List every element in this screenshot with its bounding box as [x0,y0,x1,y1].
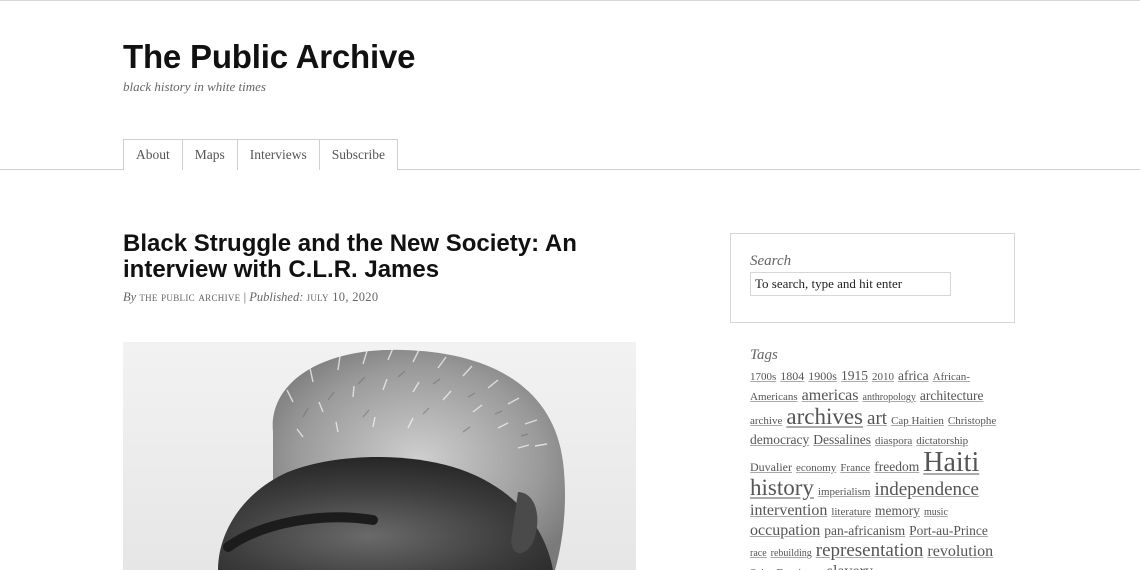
tag-link[interactable]: americas [802,387,859,404]
tag-link[interactable]: anthropology [863,392,916,403]
tag-link[interactable]: history [750,475,814,500]
main-nav: About Maps Interviews Subscribe [123,139,398,170]
portrait-photo [123,342,636,570]
portrait-image [123,342,636,570]
tag-link[interactable]: archives [786,404,863,429]
tag-link[interactable]: 1915 [841,368,868,383]
tag-link[interactable]: race [750,548,767,559]
post-meta: By The Public Archive | Published: July … [123,290,378,305]
nav-item-about[interactable]: About [123,139,183,170]
tag-link[interactable]: memory [875,503,920,518]
top-rule [0,0,1140,1]
tags-title: Tags [750,347,778,363]
tag-link[interactable]: literature [831,506,871,518]
tag-link[interactable]: Haiti [923,447,979,478]
tag-link[interactable]: Christophe [948,415,996,427]
tag-link[interactable]: intervention [750,502,827,519]
tag-link[interactable]: diaspora [875,435,912,447]
nav-item-interviews[interactable]: Interviews [236,139,320,170]
tag-link[interactable]: imperialism [818,486,871,498]
tag-link[interactable]: Dessalines [813,432,871,447]
tag-link[interactable]: pan-africanism [824,523,905,538]
post-title[interactable]: Black Struggle and the New Society: An i… [123,231,633,283]
search-label: Search [750,253,792,269]
tag-link[interactable]: Cap Haitien [891,415,944,427]
tag-link[interactable]: revolution [927,543,993,560]
search-input[interactable] [750,272,951,296]
tag-link[interactable]: independence [874,479,978,500]
tag-link[interactable]: occupation [750,522,820,539]
tag-link[interactable]: France [840,462,870,474]
tag-link[interactable]: freedom [874,459,919,474]
tag-link[interactable]: 1700s [750,371,776,383]
tag-link[interactable]: representation [816,540,924,561]
site-tagline: black history in white times [123,79,266,94]
post-author[interactable]: The Public Archive [139,290,240,304]
tag-link[interactable]: art [867,408,887,429]
tag-link[interactable]: 1804 [780,369,804,383]
tag-link[interactable]: 1900s [808,369,837,383]
tag-link[interactable]: dictatorship [916,435,968,447]
tag-link[interactable]: slavery [827,563,873,570]
by-label: By [123,290,137,304]
tag-link[interactable]: Duvalier [750,460,792,474]
meta-separator: | [243,290,247,304]
site-title[interactable]: The Public Archive [123,38,415,76]
tag-link[interactable]: architecture [920,388,984,403]
nav-item-maps[interactable]: Maps [181,139,238,170]
post-date: July 10, 2020 [306,290,379,304]
tag-link[interactable]: 2010 [872,371,894,383]
tag-link[interactable]: rebuilding [771,548,812,559]
search-widget: Search [730,233,1015,323]
tag-link[interactable]: economy [796,462,836,474]
tag-link[interactable]: music [924,507,948,518]
published-label: Published: [249,290,304,304]
nav-item-subscribe[interactable]: Subscribe [318,139,398,170]
tag-link[interactable]: democracy [750,432,809,447]
tag-cloud: 1700s 1804 1900s 1915 2010 africa Africa… [750,366,1002,570]
tag-link[interactable]: archive [750,415,782,427]
tag-link[interactable]: africa [898,368,929,383]
tag-link[interactable]: Port-au-Prince [909,523,988,538]
